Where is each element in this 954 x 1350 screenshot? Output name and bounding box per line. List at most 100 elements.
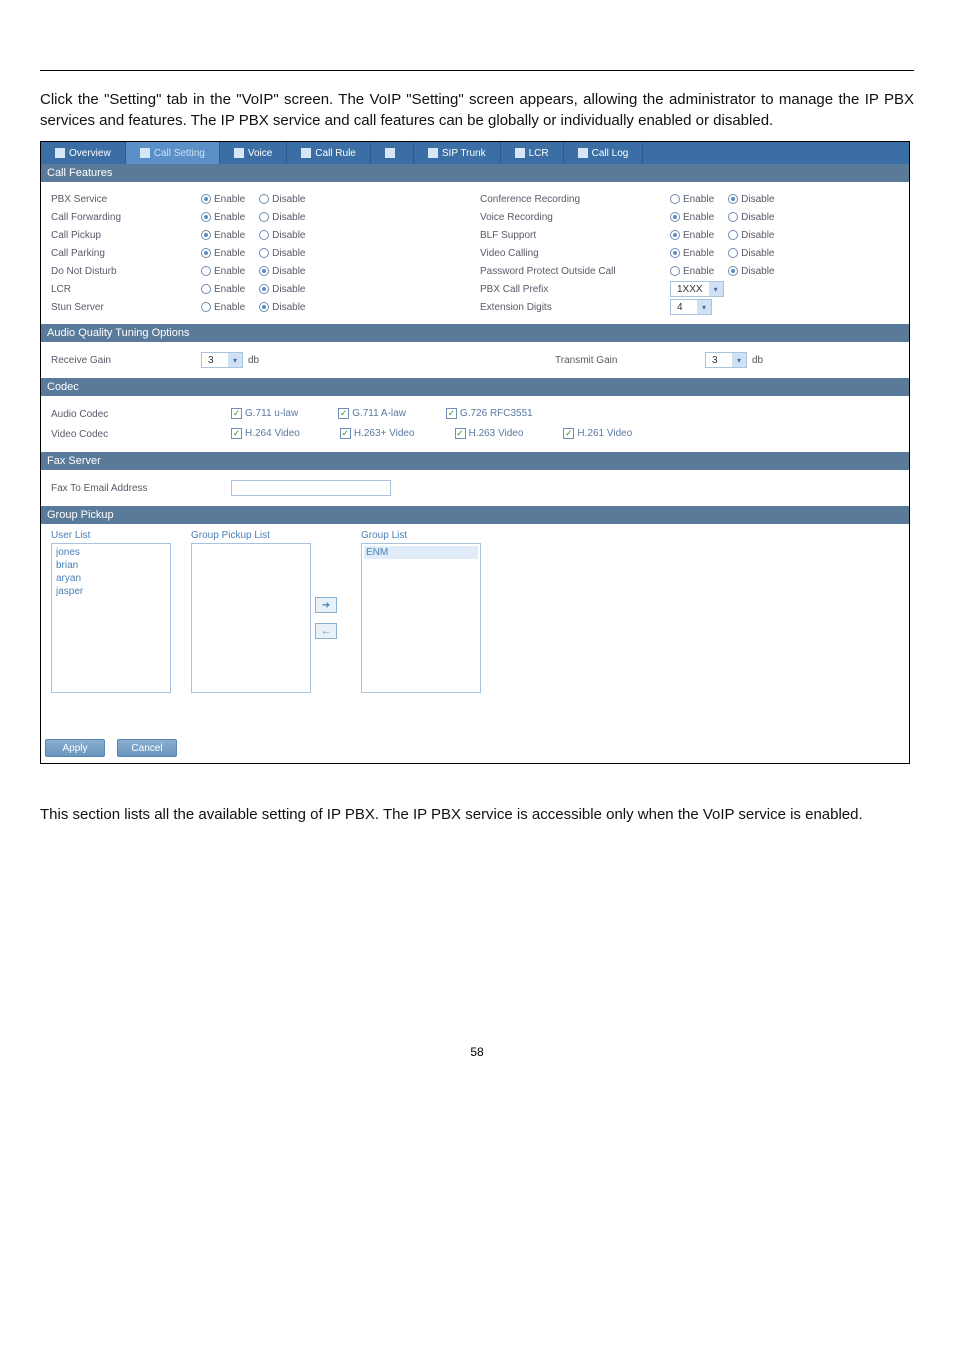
enable-radio[interactable] [201,302,211,312]
tab-overview[interactable]: Overview [41,142,126,164]
disable-radio[interactable] [259,212,269,222]
group-pickup-listbox[interactable] [191,543,311,693]
disable-label: Disable [741,212,774,223]
db-unit: db [752,355,763,366]
feature-select[interactable]: 1XXX▾ [670,281,724,297]
list-item[interactable]: ENM [364,546,478,559]
enable-radio[interactable] [670,230,680,240]
receive-gain-label: Receive Gain [51,355,201,366]
group-list-header: Group List [361,530,481,541]
feature-label: PBX Call Prefix [480,284,670,295]
codec-checkbox[interactable] [340,428,351,439]
feature-label: Video Calling [480,248,670,259]
codec-checkbox[interactable] [455,428,466,439]
enable-radio[interactable] [670,194,680,204]
enable-radio[interactable] [670,248,680,258]
feature-row: LCREnableDisable [51,280,470,298]
codec-checkbox[interactable] [231,408,242,419]
group-pickup-panel: User List jonesbrianaryanjasper Group Pi… [41,524,909,733]
user-list-header: User List [51,530,171,541]
enable-radio[interactable] [201,284,211,294]
list-item[interactable]: jones [54,546,168,559]
enable-radio[interactable] [201,248,211,258]
disable-radio[interactable] [728,194,738,204]
cancel-button[interactable]: Cancel [117,739,177,757]
tab-label: Call Setting [154,148,205,159]
tab-call-log[interactable]: Call Log [564,142,644,164]
tab-call-rule[interactable]: Call Rule [287,142,371,164]
blank-icon [385,148,395,158]
enable-label: Enable [683,248,714,259]
tab-lcr[interactable]: LCR [501,142,564,164]
tab-voice[interactable]: Voice [220,142,287,164]
disable-radio[interactable] [259,302,269,312]
disable-radio[interactable] [728,248,738,258]
overview-icon [55,148,65,158]
user-listbox[interactable]: jonesbrianaryanjasper [51,543,171,693]
arrow-left-button[interactable]: ← [315,623,337,639]
enable-label: Enable [214,194,245,205]
disable-label: Disable [741,230,774,241]
enable-label: Enable [214,248,245,259]
fax-email-label: Fax To Email Address [51,483,231,494]
apply-button[interactable]: Apply [45,739,105,757]
enable-radio[interactable] [201,266,211,276]
transmit-gain-select[interactable]: 3 ▾ [705,352,747,368]
disable-label: Disable [272,248,305,259]
section-divider [40,70,914,71]
arrow-right-button[interactable]: ➔ [315,597,337,613]
disable-radio[interactable] [728,230,738,240]
disable-radio[interactable] [259,248,269,258]
receive-gain-select[interactable]: 3 ▾ [201,352,243,368]
disable-label: Disable [272,230,305,241]
disable-radio[interactable] [728,212,738,222]
list-item[interactable]: brian [54,559,168,572]
disable-label: Disable [741,194,774,205]
call-features-panel: PBX ServiceEnableDisableCall ForwardingE… [41,182,909,324]
tab-blank[interactable] [371,142,414,164]
feature-row: Voice RecordingEnableDisable [480,208,899,226]
chevron-down-icon: ▾ [697,300,711,314]
feature-row: Call ForwardingEnableDisable [51,208,470,226]
tab-call-setting[interactable]: Call Setting [126,142,220,164]
codec-checkbox[interactable] [231,428,242,439]
disable-radio[interactable] [259,266,269,276]
enable-radio[interactable] [201,194,211,204]
audio-quality-header: Audio Quality Tuning Options [41,324,909,342]
disable-radio[interactable] [259,284,269,294]
codec-checkbox[interactable] [446,408,457,419]
chevron-down-icon: ▾ [709,282,723,296]
disable-radio[interactable] [259,194,269,204]
codec-label: H.264 Video [245,428,300,439]
intro-paragraph: Click the "Setting" tab in the "VoIP" sc… [40,89,914,131]
enable-radio[interactable] [201,230,211,240]
call-features-header: Call Features [41,164,909,182]
disable-radio[interactable] [259,230,269,240]
enable-radio[interactable] [670,266,680,276]
fax-email-input[interactable] [231,480,391,496]
codec-checkbox[interactable] [563,428,574,439]
enable-label: Enable [683,194,714,205]
codec-checkbox[interactable] [338,408,349,419]
codec-panel: Audio Codec G.711 u-lawG.711 A-lawG.726 … [41,396,909,452]
lcr-icon [515,148,525,158]
group-pickup-list-header: Group Pickup List [191,530,341,541]
disable-radio[interactable] [728,266,738,276]
feature-row: Video CallingEnableDisable [480,244,899,262]
feature-label: Extension Digits [480,302,670,313]
disable-label: Disable [272,284,305,295]
setting-icon [140,148,150,158]
select-value: 3 [706,355,732,366]
enable-radio[interactable] [670,212,680,222]
enable-radio[interactable] [201,212,211,222]
list-item[interactable]: aryan [54,572,168,585]
tab-label: Call Rule [315,148,356,159]
feature-label: BLF Support [480,230,670,241]
group-listbox[interactable]: ENM [361,543,481,693]
list-item[interactable]: jasper [54,585,168,598]
feature-row: Conference RecordingEnableDisable [480,190,899,208]
select-value: 4 [671,302,697,313]
tab-label: SIP Trunk [442,148,486,159]
feature-select[interactable]: 4▾ [670,299,712,315]
tab-sip-trunk[interactable]: SIP Trunk [414,142,501,164]
